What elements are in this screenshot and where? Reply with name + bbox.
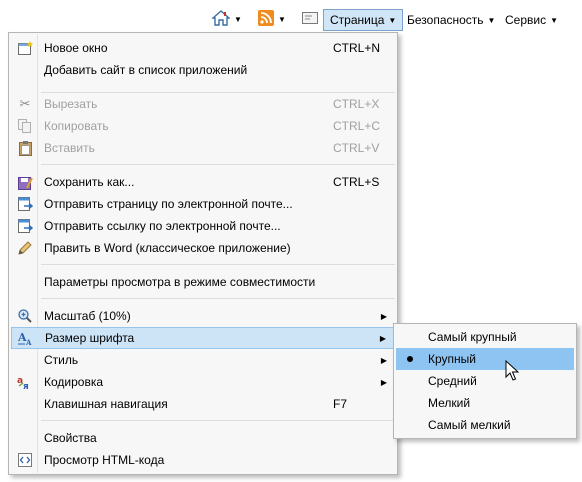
svg-text:A: A [25, 338, 32, 346]
submenu-item-label: Крупный [428, 352, 476, 366]
safety-menu-label: Безопасность [407, 13, 484, 27]
submenu-item-label: Мелкий [428, 396, 471, 410]
menu-item-label: Новое окно [44, 41, 108, 55]
menu-item-email-page[interactable]: Отправить страницу по электронной почте.… [11, 193, 395, 215]
menu-item-zoom[interactable]: Масштаб (10%) ▶ [11, 305, 395, 327]
menu-item-shortcut: CTRL+X [333, 97, 380, 111]
edit-pencil-icon [17, 240, 33, 256]
menu-item-label: Отправить ссылку по электронной почте... [44, 219, 281, 233]
menu-item-label: Править в Word (классическое приложение) [44, 241, 291, 255]
submenu-arrow-icon: ▶ [379, 333, 386, 343]
zoom-icon [17, 308, 33, 324]
menu-item-label: Стиль [44, 353, 79, 367]
submenu-item-label: Средний [428, 374, 477, 388]
submenu-item-label: Самый мелкий [428, 418, 511, 432]
rss-feed-button[interactable]: ▼ [258, 10, 286, 29]
menu-item-save-as[interactable]: Сохранить как... CTRL+S [11, 171, 395, 193]
menu-item-view-source[interactable]: Просмотр HTML-кода [11, 449, 395, 471]
submenu-item-smaller[interactable]: Мелкий [396, 392, 574, 414]
menu-item-label: Клавишная навигация [44, 397, 168, 411]
page-dropdown-menu: Новое окно CTRL+N Добавить сайт в список… [8, 32, 398, 475]
menu-item-label: Сохранить как... [44, 175, 135, 189]
svg-text:я: я [23, 382, 29, 390]
menu-item-shortcut: CTRL+V [333, 141, 380, 155]
command-bar: ▼ ▼ Страница ▼ Безопасность ▼ Сервис ▼ [0, 0, 582, 36]
menu-item-shortcut: CTRL+N [333, 41, 381, 55]
paste-icon [17, 140, 33, 156]
submenu-item-largest[interactable]: Самый крупный [396, 326, 574, 348]
menu-item-caret-browsing[interactable]: Клавишная навигация F7 [11, 393, 395, 415]
menu-item-compatibility-view-settings[interactable]: Параметры просмотра в режиме совместимос… [11, 271, 395, 293]
menu-item-label: Масштаб (10%) [44, 309, 131, 323]
submenu-arrow-icon: ▶ [380, 311, 387, 321]
menu-item-label: Вставить [44, 141, 95, 155]
menu-item-label: Кодировка [44, 375, 104, 389]
chevron-down-icon: ▼ [550, 15, 559, 25]
menu-item-paste: Вставить CTRL+V [11, 137, 395, 159]
menu-separator [41, 298, 395, 299]
tools-menu-button[interactable]: Сервис ▼ [499, 9, 564, 31]
menu-item-label: Параметры просмотра в режиме совместимос… [44, 275, 316, 289]
scissors-icon: ✂ [19, 96, 31, 111]
chevron-down-icon[interactable]: ▼ [278, 15, 286, 24]
email-page-icon [17, 196, 33, 212]
menu-item-cut: ✂ Вырезать CTRL+X [11, 93, 395, 115]
menu-separator [41, 264, 395, 265]
menu-item-email-link[interactable]: Отправить ссылку по электронной почте... [11, 215, 395, 237]
home-icon [211, 10, 231, 29]
copy-icon [17, 118, 33, 134]
tools-menu-label: Сервис [505, 13, 547, 27]
menu-item-properties[interactable]: Свойства [11, 427, 395, 449]
menu-item-label: Копировать [44, 119, 109, 133]
safety-menu-button[interactable]: Безопасность ▼ [401, 9, 501, 31]
selected-radio-icon [407, 356, 413, 362]
home-button[interactable]: ▼ [211, 10, 242, 29]
page-menu-button[interactable]: Страница ▼ [323, 9, 404, 31]
menu-item-style[interactable]: Стиль ▶ [11, 349, 395, 371]
submenu-arrow-icon: ▶ [380, 377, 387, 387]
chevron-down-icon: ▼ [388, 15, 397, 25]
rss-feed-icon [258, 10, 274, 29]
submenu-item-smallest[interactable]: Самый мелкий [396, 414, 574, 436]
menu-item-label: Отправить страницу по электронной почте.… [44, 197, 293, 211]
email-link-icon [17, 218, 33, 234]
menu-separator [41, 164, 395, 165]
menu-item-add-site-to-apps[interactable]: Добавить сайт в список приложений [11, 59, 395, 81]
submenu-item-larger[interactable]: Крупный [396, 348, 574, 370]
menu-separator [41, 420, 395, 421]
font-size-submenu: Самый крупный Крупный Средний Мелкий Сам… [393, 323, 577, 439]
menu-item-label: Свойства [44, 431, 97, 445]
new-window-icon [17, 40, 33, 56]
menu-item-label: Добавить сайт в список приложений [44, 63, 248, 77]
menu-item-shortcut: F7 [333, 397, 348, 411]
chevron-down-icon: ▼ [487, 15, 496, 25]
mouse-cursor-icon [505, 359, 520, 385]
menu-item-encoding[interactable]: aя Кодировка ▶ [11, 371, 395, 393]
chevron-down-icon[interactable]: ▼ [234, 15, 242, 24]
menu-item-edit-in-word[interactable]: Править в Word (классическое приложение) [11, 237, 395, 259]
menu-item-label: Просмотр HTML-кода [44, 453, 165, 467]
menu-item-label: Вырезать [44, 97, 98, 111]
submenu-item-medium[interactable]: Средний [396, 370, 574, 392]
mail-button[interactable] [302, 12, 318, 27]
submenu-arrow-icon: ▶ [380, 355, 387, 365]
page-menu-label: Страница [330, 13, 385, 27]
html-source-icon [17, 452, 33, 468]
menu-item-label: Размер шрифта [45, 331, 135, 345]
menu-item-shortcut: CTRL+C [333, 119, 381, 133]
font-size-icon: AA [17, 330, 33, 346]
save-as-icon [17, 174, 33, 190]
menu-item-shortcut: CTRL+S [333, 175, 380, 189]
mail-icon [302, 12, 318, 27]
menu-item-font-size[interactable]: AA Размер шрифта ▶ [11, 327, 395, 349]
menu-item-new-window[interactable]: Новое окно CTRL+N [11, 37, 395, 59]
submenu-item-label: Самый крупный [428, 330, 517, 344]
encoding-icon: aя [17, 374, 33, 390]
menu-item-copy: Копировать CTRL+C [11, 115, 395, 137]
